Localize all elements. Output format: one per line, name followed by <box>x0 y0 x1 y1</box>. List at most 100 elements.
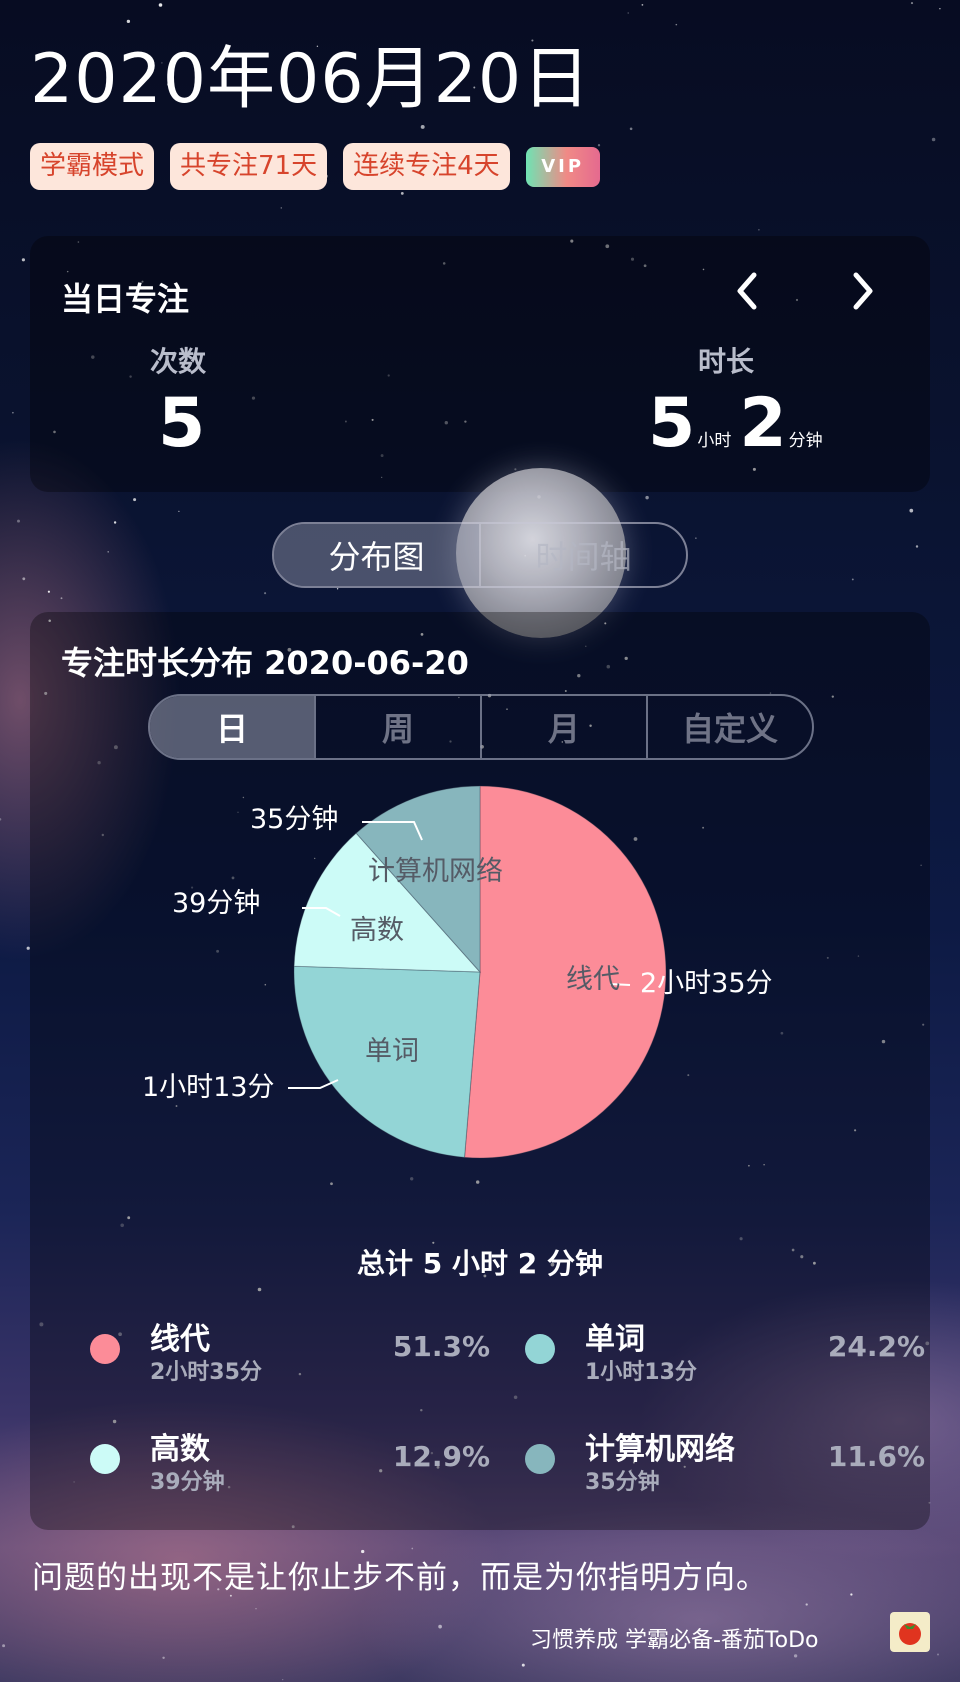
star <box>113 521 117 524</box>
star <box>107 551 109 553</box>
hours-unit: 小时 <box>697 431 732 451</box>
tab-timeline[interactable]: 时间轴 <box>479 524 686 586</box>
star <box>282 1678 284 1681</box>
legend-item: 计算机网络 35分钟 11.6% <box>525 1422 925 1495</box>
star <box>280 207 283 209</box>
duration-minutes: 2 <box>739 384 787 463</box>
tag-streak-days: 连续专注4天 <box>343 143 510 190</box>
star <box>758 228 760 231</box>
focus-pie-chart: 线代 2小时35分单词 1小时13分 高数 39分钟 计算机网络 35分钟 <box>142 785 773 1159</box>
star <box>2 1644 6 1648</box>
star <box>264 592 267 595</box>
star <box>158 3 163 7</box>
star <box>695 537 697 539</box>
legend-item: 高数 39分钟 12.9% <box>90 1422 490 1495</box>
tag-total-days: 共专注71天 <box>170 143 328 190</box>
legend-duration: 35分钟 <box>585 1470 660 1495</box>
star <box>937 1653 939 1656</box>
legend-percent: 51.3% <box>392 1330 490 1363</box>
next-day-button[interactable] <box>838 266 888 316</box>
star <box>336 588 339 590</box>
daily-focus-title: 当日专注 <box>61 280 190 318</box>
footer-slogan: 习惯养成 学霸必备-番茄ToDo <box>530 1628 819 1653</box>
star <box>420 124 425 129</box>
star <box>939 7 941 10</box>
star <box>627 12 629 14</box>
star <box>133 498 137 502</box>
duration-hours: 5 <box>648 384 696 463</box>
distribution-card: 专注时长分布 2020-06-20 日 周 月 自定义 线代 2小时35分单词 1小… <box>30 612 930 1530</box>
range-custom[interactable]: 自定义 <box>646 696 812 758</box>
achievement-tags: 学霸模式 共专注71天 连续专注4天 VIP <box>30 143 600 190</box>
star <box>850 1593 853 1596</box>
legend-name: 高数 <box>150 1432 210 1467</box>
star <box>851 578 854 581</box>
legend-name: 计算机网络 <box>585 1432 735 1467</box>
slice-duration-label: 1小时13分 <box>142 1072 275 1103</box>
star <box>629 127 633 131</box>
star <box>12 411 14 414</box>
star <box>178 510 180 513</box>
legend-percent: 12.9% <box>392 1440 490 1473</box>
range-day[interactable]: 日 <box>150 696 314 758</box>
legend-percent: 24.2% <box>827 1330 925 1363</box>
star <box>793 1654 798 1658</box>
star <box>931 137 936 142</box>
date-title: 2020年06月20日 <box>30 40 592 119</box>
star <box>641 4 644 6</box>
duration-label: 时长 <box>698 345 755 378</box>
slice-name-label: 高数 <box>350 915 404 946</box>
star <box>909 508 914 513</box>
slice-name-label: 线代 <box>566 964 620 995</box>
star <box>805 1603 808 1606</box>
star <box>255 1608 257 1610</box>
star <box>162 1656 165 1660</box>
legend-color-dot <box>90 1334 120 1364</box>
star <box>675 23 678 26</box>
slice-duration-label: 35分钟 <box>250 804 338 835</box>
star <box>438 1624 442 1629</box>
legend-color-dot <box>90 1444 120 1474</box>
slice-duration-label: 2小时35分 <box>640 968 773 999</box>
legend-name: 单词 <box>585 1322 645 1357</box>
slice-name-label: 计算机网络 <box>368 856 503 887</box>
slice-duration-label: 39分钟 <box>172 888 260 919</box>
legend-name: 线代 <box>150 1322 210 1357</box>
star <box>21 258 25 262</box>
view-toggle: 分布图 时间轴 <box>272 522 688 588</box>
range-month[interactable]: 月 <box>480 696 646 758</box>
star <box>60 597 63 600</box>
legend-item: 单词 1小时13分 24.2% <box>525 1312 925 1385</box>
tag-study-mode[interactable]: 学霸模式 <box>30 143 155 190</box>
range-selector: 日 周 月 自定义 <box>148 694 814 760</box>
legend-color-dot <box>525 1334 555 1364</box>
star <box>17 519 20 523</box>
prev-day-button[interactable] <box>722 266 772 316</box>
star <box>910 2 914 5</box>
motivational-quote: 问题的出现不是让你止步不前，而是为你指明方向。 <box>32 1560 768 1596</box>
star <box>915 545 919 548</box>
star <box>645 495 649 500</box>
count-value: 5 <box>158 384 206 463</box>
daily-focus-card: 当日专注 次数 时长 5 5 小时 2 分钟 <box>30 236 930 492</box>
legend-duration: 1小时13分 <box>585 1360 697 1385</box>
legend-item: 线代 2小时35分 51.3% <box>90 1312 490 1385</box>
chevron-left-icon <box>737 272 757 310</box>
tomato-glyph <box>899 1623 921 1645</box>
star <box>521 1663 525 1667</box>
duration-value: 5 小时 2 分钟 <box>648 384 831 464</box>
total-duration: 总计 5 小时 2 分钟 <box>357 1247 603 1280</box>
minutes-unit: 分钟 <box>788 431 823 451</box>
distribution-title: 专注时长分布 2020-06-20 <box>61 644 469 682</box>
tomato-icon[interactable] <box>890 1612 930 1652</box>
slice-name-label: 单词 <box>365 1036 419 1067</box>
star <box>400 191 404 195</box>
legend-percent: 11.6% <box>827 1440 925 1473</box>
range-week[interactable]: 周 <box>314 696 480 758</box>
count-label: 次数 <box>150 345 207 378</box>
tab-distribution[interactable]: 分布图 <box>274 524 479 586</box>
legend-duration: 39分钟 <box>150 1470 225 1495</box>
vip-badge[interactable]: VIP <box>525 146 600 187</box>
star <box>126 19 131 24</box>
legend-color-dot <box>525 1444 555 1474</box>
